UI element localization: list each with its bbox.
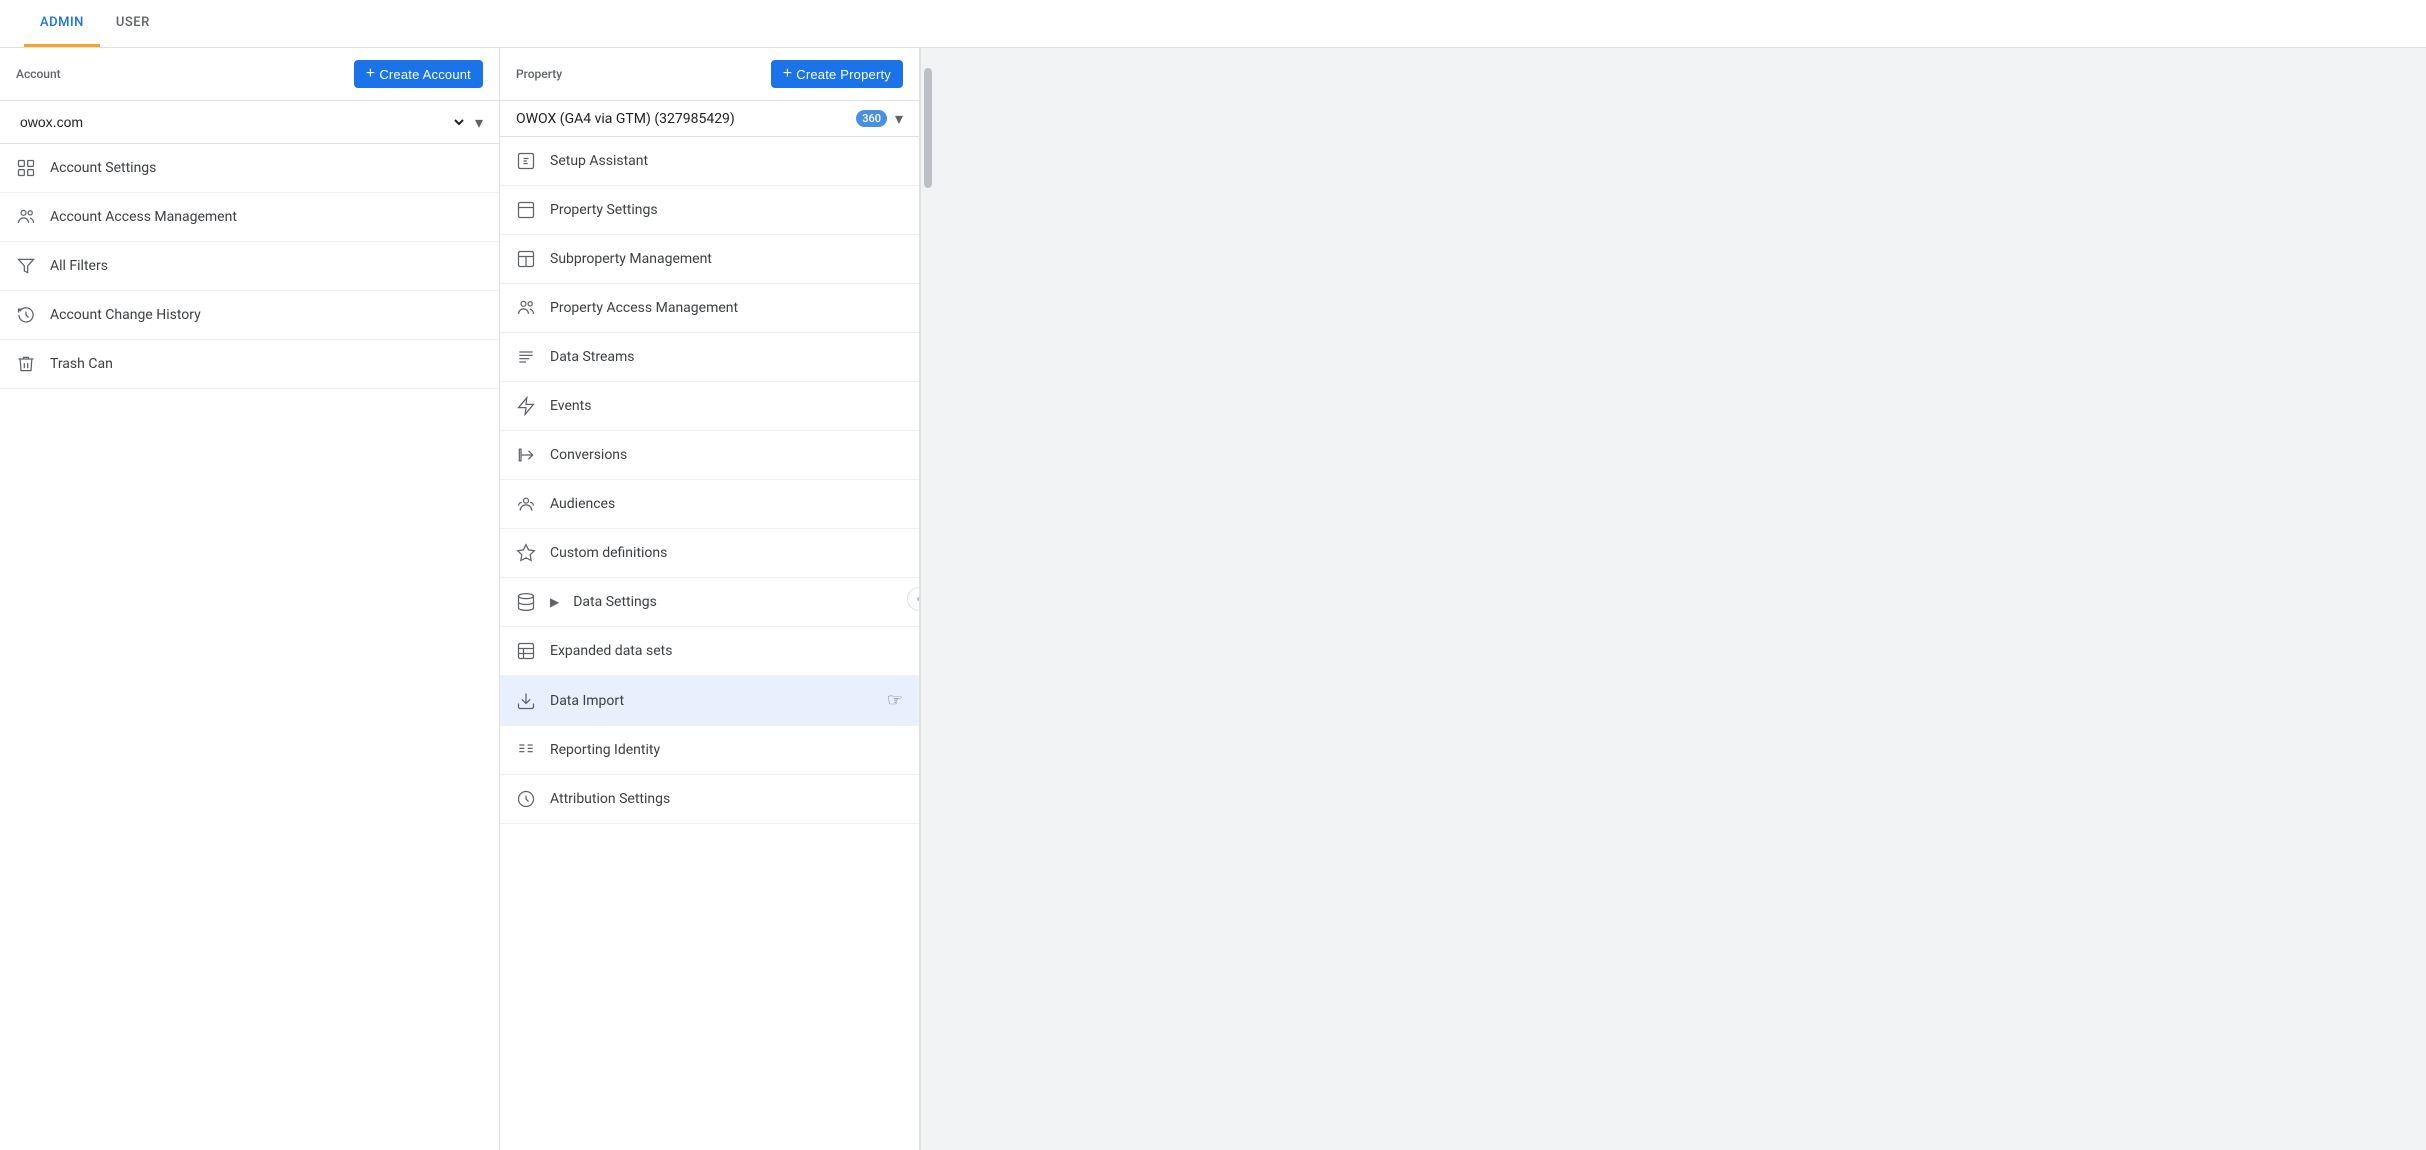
account-settings-icon [16, 158, 36, 178]
setup-icon [516, 151, 536, 171]
attribution-icon [516, 789, 536, 809]
property-header: Property + Create Property [500, 48, 919, 101]
expand-arrow-icon: ▶ [550, 595, 559, 609]
prop-people-icon [516, 298, 536, 318]
property-settings-icon [516, 200, 536, 220]
menu-item-data-streams[interactable]: Data Streams [500, 333, 919, 382]
account-access-label: Account Access Management [50, 209, 483, 225]
right-area [934, 48, 2426, 1150]
scrollbar-thumb[interactable] [924, 68, 932, 188]
people-icon [16, 207, 36, 227]
property-360-badge: 360 [856, 110, 887, 127]
data-import-label: Data Import [550, 693, 873, 709]
property-column: Property + Create Property OWOX (GA4 via… [500, 48, 920, 1150]
property-label: Property [516, 67, 562, 81]
menu-item-data-import[interactable]: Data Import ☞ [500, 676, 919, 726]
trash-can-label: Trash Can [50, 356, 483, 372]
data-streams-icon [516, 347, 536, 367]
all-filters-label: All Filters [50, 258, 483, 274]
property-access-label: Property Access Management [550, 300, 903, 316]
filter-icon [16, 256, 36, 276]
cursor-indicator: ☞ [887, 690, 903, 711]
attribution-settings-label: Attribution Settings [550, 791, 903, 807]
change-history-label: Account Change History [50, 307, 483, 323]
plus-icon: + [366, 66, 376, 82]
menu-item-property-access-management[interactable]: Property Access Management [500, 284, 919, 333]
setup-assistant-label: Setup Assistant [550, 153, 903, 169]
reporting-icon [516, 740, 536, 760]
menu-item-attribution-settings[interactable]: Attribution Settings [500, 775, 919, 824]
property-dropdown-row[interactable]: OWOX (GA4 via GTM) (327985429) 360 ▾ [500, 101, 919, 137]
history-icon [16, 305, 36, 325]
property-menu: Setup Assistant Property Settings [500, 137, 919, 824]
property-settings-label: Property Settings [550, 202, 903, 218]
menu-item-expanded-data-sets[interactable]: Expanded data sets [500, 627, 919, 676]
account-settings-label: Account Settings [50, 160, 483, 176]
custom-definitions-label: Custom definitions [550, 545, 903, 561]
reporting-identity-label: Reporting Identity [550, 742, 903, 758]
data-settings-label: Data Settings [573, 594, 903, 610]
trash-icon [16, 354, 36, 374]
subproperty-icon [516, 249, 536, 269]
top-navigation: ADMIN USER [0, 0, 2426, 48]
menu-item-setup-assistant[interactable]: Setup Assistant [500, 137, 919, 186]
property-dropdown-arrow: ▾ [895, 109, 903, 128]
menu-item-custom-definitions[interactable]: Custom definitions [500, 529, 919, 578]
conversions-icon [516, 445, 536, 465]
account-select[interactable]: owox.com [16, 109, 467, 135]
conversions-label: Conversions [550, 447, 903, 463]
menu-item-subproperty-management[interactable]: Subproperty Management [500, 235, 919, 284]
menu-item-all-filters[interactable]: All Filters [0, 242, 499, 291]
menu-item-audiences[interactable]: Audiences [500, 480, 919, 529]
menu-item-account-settings[interactable]: Account Settings [0, 144, 499, 193]
audiences-icon [516, 494, 536, 514]
custom-def-icon [516, 543, 536, 563]
account-menu: Account Settings Account Access Manageme… [0, 144, 499, 389]
data-streams-label: Data Streams [550, 349, 903, 365]
account-header: Account + Create Account [0, 48, 499, 101]
menu-item-property-settings[interactable]: Property Settings [500, 186, 919, 235]
data-settings-icon [516, 592, 536, 612]
create-property-label: Create Property [796, 67, 891, 82]
plus-icon-property: + [783, 66, 793, 82]
tab-admin[interactable]: ADMIN [24, 1, 100, 47]
subproperty-label: Subproperty Management [550, 251, 903, 267]
menu-item-trash-can[interactable]: Trash Can [0, 340, 499, 389]
menu-item-account-access-management[interactable]: Account Access Management [0, 193, 499, 242]
data-import-icon [516, 691, 536, 711]
main-layout: Account + Create Account owox.com ▾ [0, 48, 2426, 1150]
menu-item-conversions[interactable]: Conversions [500, 431, 919, 480]
audiences-label: Audiences [550, 496, 903, 512]
menu-item-account-change-history[interactable]: Account Change History [0, 291, 499, 340]
account-label: Account [16, 67, 61, 81]
expanded-data-icon [516, 641, 536, 661]
menu-item-data-settings[interactable]: ▶ Data Settings [500, 578, 919, 627]
account-column: Account + Create Account owox.com ▾ [0, 48, 500, 1150]
events-icon [516, 396, 536, 416]
expanded-data-sets-label: Expanded data sets [550, 643, 903, 659]
scrollbar[interactable] [920, 48, 934, 1150]
create-account-button[interactable]: + Create Account [354, 60, 483, 88]
events-label: Events [550, 398, 903, 414]
create-account-label: Create Account [379, 67, 471, 82]
property-dropdown-value: OWOX (GA4 via GTM) (327985429) [516, 111, 848, 127]
menu-item-reporting-identity[interactable]: Reporting Identity [500, 726, 919, 775]
account-dropdown-row[interactable]: owox.com ▾ [0, 101, 499, 144]
menu-item-events[interactable]: Events [500, 382, 919, 431]
account-dropdown-arrow: ▾ [475, 113, 483, 132]
create-property-button[interactable]: + Create Property [771, 60, 903, 88]
tab-user[interactable]: USER [100, 1, 166, 47]
